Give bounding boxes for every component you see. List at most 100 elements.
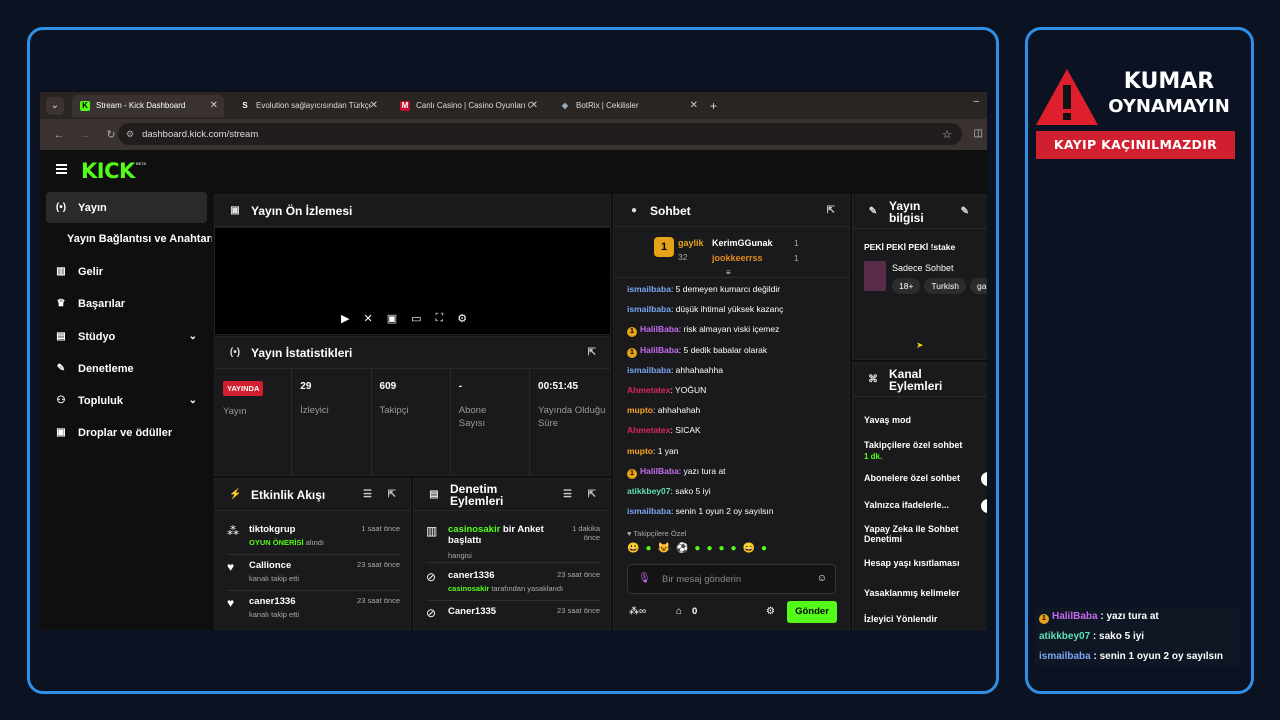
reload-icon[interactable]: ↻ — [104, 128, 118, 141]
fullscreen-icon[interactable]: ⛶ — [436, 312, 444, 325]
action-followers-only[interactable]: Takipçilere özel sohbet — [864, 440, 962, 450]
chat-user[interactable]: mupto — [627, 405, 653, 415]
tab-botrix[interactable]: ◆ BotRix | Cekilisler ✕ — [552, 95, 704, 117]
category-thumbnail — [864, 261, 886, 291]
chat-user[interactable]: ismailbaba — [627, 506, 671, 516]
menu-icon[interactable] — [56, 164, 67, 176]
store-icon[interactable]: ⌂ — [676, 606, 682, 617]
tag-pill[interactable]: Turkish — [924, 278, 966, 294]
send-button[interactable]: Gönder — [787, 601, 837, 623]
minimize-button[interactable]: – — [973, 96, 979, 107]
chat-user[interactable]: ismailbaba — [627, 304, 671, 314]
chat-user[interactable]: ismailbaba — [627, 284, 671, 294]
close-icon[interactable]: ✕ — [530, 100, 538, 111]
action-emote-only[interactable]: Yalnızca ifadelerle... — [864, 500, 949, 510]
emote-icon[interactable]: ● — [719, 543, 725, 554]
video-player[interactable]: ▶ ✕ ▣ ▭ ⛶ ⚙ — [215, 228, 610, 334]
action-subscribers-only[interactable]: Abonelere özel sohbet — [864, 473, 960, 483]
emote-icon[interactable]: ● — [694, 543, 700, 554]
popout-icon[interactable]: ⇱ — [588, 347, 596, 358]
sidebar-item-topluluk[interactable]: ⚇ Topluluk ⌄ — [46, 385, 207, 416]
chat-user[interactable]: Ahmetatex — [627, 385, 670, 395]
chat-user[interactable]: mupto — [627, 446, 653, 456]
chat-settings-icon[interactable]: ⚙ — [766, 606, 775, 617]
bookmark-star-icon[interactable]: ☆ — [942, 128, 952, 141]
new-tab-button[interactable]: + — [710, 99, 717, 113]
chat-user[interactable]: ismailbaba — [627, 365, 671, 375]
stat-label: Abone Sayısı — [458, 405, 487, 429]
event-user[interactable]: tiktokgrup — [249, 524, 295, 535]
collapse-icon[interactable]: ≡ — [726, 268, 731, 277]
chat-user[interactable]: HalilBaba — [640, 466, 679, 476]
tag-pill[interactable]: 18+ — [892, 278, 921, 294]
mic-icon[interactable]: 🎙 — [638, 573, 651, 584]
chat-input[interactable]: 🎙 Bir mesaj gönderin ☺ — [627, 564, 836, 594]
tag-pill[interactable]: ga — [969, 278, 987, 294]
chat-user[interactable]: Ahmetatex — [627, 425, 670, 435]
top-gifter-name[interactable]: KerimGGunak — [712, 238, 773, 248]
emote-icon[interactable]: ● — [731, 543, 737, 554]
close-icon[interactable]: ✕ — [690, 100, 698, 111]
chat-user[interactable]: HalilBaba — [640, 345, 679, 355]
theater-icon[interactable]: ▭ — [411, 312, 421, 325]
action-banned-words[interactable]: Yasaklanmış kelimeler — [864, 588, 960, 598]
action-user[interactable]: Caner1335 — [448, 606, 496, 617]
tab-evolution[interactable]: S Evolution sağlayıcısından Türkçe ✕ — [232, 95, 384, 117]
popout-icon[interactable]: ⇱ — [827, 205, 835, 216]
filter-icon[interactable]: ☰ — [363, 489, 372, 500]
action-raid[interactable]: İzleyici Yönlendir — [864, 614, 937, 624]
close-icon[interactable]: ✕ — [210, 100, 218, 111]
filter-icon[interactable]: ☰ — [563, 489, 572, 500]
emoji-icon[interactable]: ☺ — [817, 573, 827, 584]
popout-icon[interactable]: ⇱ — [588, 489, 596, 500]
mute-icon[interactable]: ✕ — [363, 312, 372, 325]
event-user[interactable]: Callionce — [249, 560, 291, 571]
subscribers-only-toggle[interactable] — [981, 472, 987, 486]
community-icon[interactable]: ⁂∞ — [629, 606, 646, 617]
emote-icon[interactable]: ● — [645, 543, 651, 554]
chat-user[interactable]: atikkbey07 — [627, 486, 670, 496]
forward-icon[interactable]: → — [78, 129, 92, 141]
top-gifter-name[interactable]: jookkeerrss — [712, 253, 763, 263]
settings-icon[interactable]: ⚙ — [457, 312, 467, 325]
action-slow-mode[interactable]: Yavaş mod — [864, 415, 911, 425]
url-field[interactable]: ⚙ dashboard.kick.com/stream ☆ — [118, 123, 962, 145]
sidebar-item-studyo[interactable]: ▤ Stüdyo ⌄ — [46, 321, 207, 352]
emote-icon[interactable]: 😺 — [658, 543, 670, 554]
top-gifter-name[interactable]: gaylik — [678, 238, 704, 248]
tab-search-button[interactable]: ⌄ — [46, 96, 64, 115]
sidebar-item-yayin-baglantisi[interactable]: Yayın Bağlantısı ve Anahtarı — [67, 233, 212, 245]
kick-logo[interactable]: KICK — [81, 159, 135, 183]
emote-only-toggle[interactable] — [981, 499, 987, 513]
pip-icon[interactable]: ▣ — [387, 312, 397, 325]
back-icon[interactable]: ← — [52, 129, 66, 141]
edit-icon[interactable]: ✎ — [961, 206, 969, 217]
emote-icon[interactable]: ● — [761, 543, 767, 554]
action-user[interactable]: casinosakir — [448, 524, 500, 535]
play-icon[interactable]: ▶ — [341, 312, 349, 325]
tab-kick-dashboard[interactable]: K Stream - Kick Dashboard ✕ — [72, 94, 224, 117]
action-account-age[interactable]: Hesap yaşı kısıtlaması — [864, 558, 960, 568]
popout-icon[interactable]: ⇱ — [388, 489, 396, 500]
close-icon[interactable]: ✕ — [370, 100, 378, 111]
sidebar-item-basarilar[interactable]: ♛ Başarılar — [46, 288, 207, 319]
chat-user[interactable]: HalilBaba — [640, 324, 679, 334]
emote-icon[interactable]: ⚽ — [676, 543, 688, 554]
sidebar-item-yayin[interactable]: (•) Yayın — [46, 192, 207, 223]
stat-value: 29 — [300, 381, 312, 392]
site-info-icon[interactable]: ⚙ — [126, 129, 134, 140]
sidebar-item-denetleme[interactable]: ✎ Denetleme — [46, 353, 207, 384]
emote-icon[interactable]: 😃 — [627, 543, 639, 554]
action-ai-moderation[interactable]: Yapay Zeka ile Sohbet Denetimi — [864, 524, 984, 544]
sidebar-item-droplar[interactable]: ▣ Droplar ve ödüller — [46, 417, 207, 448]
tab-label: Stream - Kick Dashboard — [96, 101, 186, 110]
sidebar-item-gelir[interactable]: ▥ Gelir — [46, 256, 207, 287]
emote-icon[interactable]: ● — [706, 543, 712, 554]
extensions-icon[interactable]: ◫ — [974, 128, 983, 139]
event-user[interactable]: caner1336 — [249, 596, 295, 607]
ban-icon: ⊘ — [426, 606, 437, 620]
action-user[interactable]: caner1336 — [448, 570, 494, 581]
emote-icon[interactable]: 😄 — [743, 543, 755, 554]
category-name[interactable]: Sadece Sohbet — [892, 263, 954, 273]
tab-casino[interactable]: M Canlı Casino | Casino Oyunları Oyna ✕ — [392, 95, 544, 117]
